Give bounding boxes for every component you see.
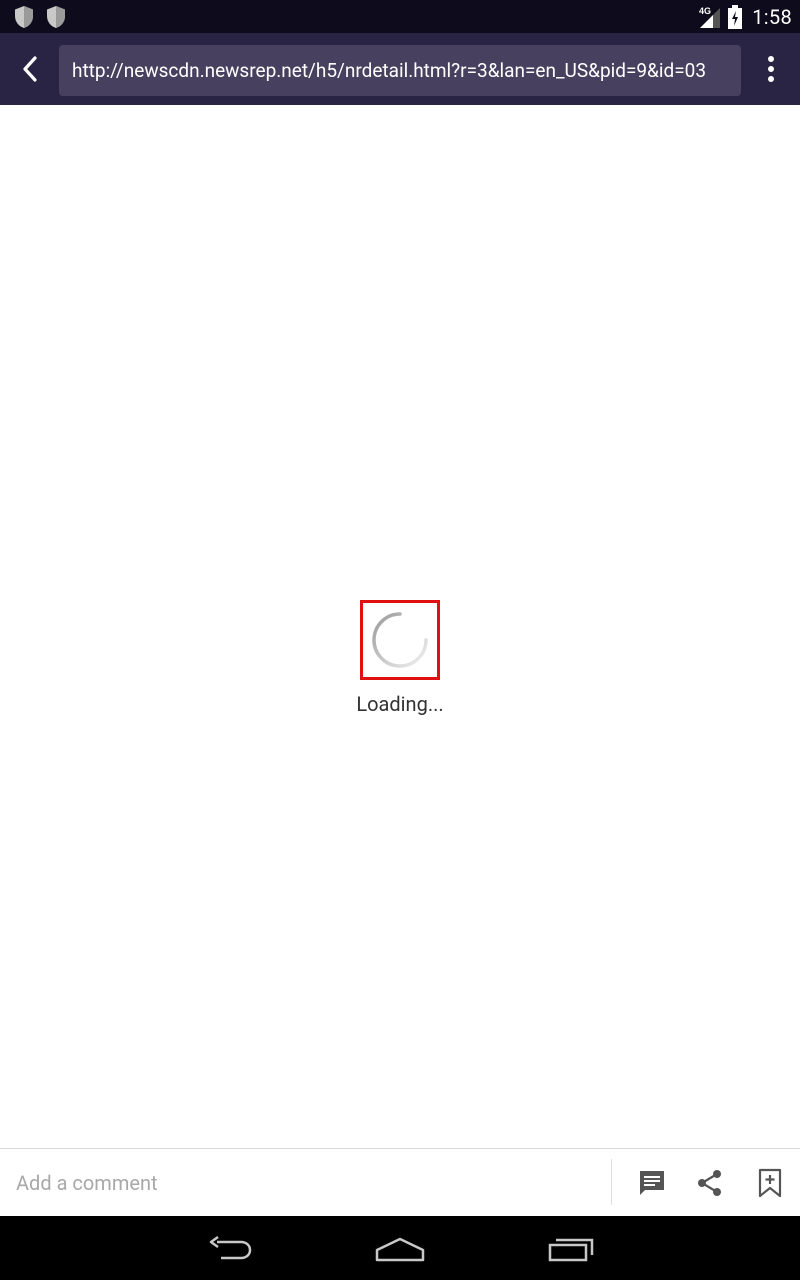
network-type-label: 4G xyxy=(699,6,711,16)
overflow-menu-button[interactable] xyxy=(754,47,788,91)
system-nav-bar xyxy=(0,1216,800,1280)
comment-bar xyxy=(0,1148,800,1216)
recents-nav-icon[interactable] xyxy=(541,1232,601,1266)
url-field[interactable]: http://newscdn.newsrep.net/h5/nrdetail.h… xyxy=(59,45,741,96)
signal-icon: 4G xyxy=(699,6,721,28)
chevron-left-icon xyxy=(23,56,37,82)
comment-icon[interactable] xyxy=(636,1167,668,1199)
loading-spinner-highlight xyxy=(360,600,440,680)
more-vert-icon xyxy=(768,56,774,82)
comment-input[interactable] xyxy=(0,1149,611,1216)
back-nav-icon[interactable] xyxy=(200,1232,260,1266)
status-bar: 4G 1:58 xyxy=(0,0,800,33)
battery-icon xyxy=(728,4,743,29)
shield-icon xyxy=(47,6,65,28)
bookmark-add-icon[interactable] xyxy=(754,1167,786,1199)
share-icon[interactable] xyxy=(694,1167,726,1199)
home-nav-icon[interactable] xyxy=(370,1232,430,1266)
loading-spinner-icon xyxy=(372,612,428,668)
divider xyxy=(611,1159,612,1205)
clock: 1:58 xyxy=(752,4,792,29)
loading-text: Loading... xyxy=(356,692,444,716)
browser-toolbar: http://newscdn.newsrep.net/h5/nrdetail.h… xyxy=(0,33,800,105)
shield-icon xyxy=(15,6,33,28)
back-button[interactable] xyxy=(10,47,50,91)
